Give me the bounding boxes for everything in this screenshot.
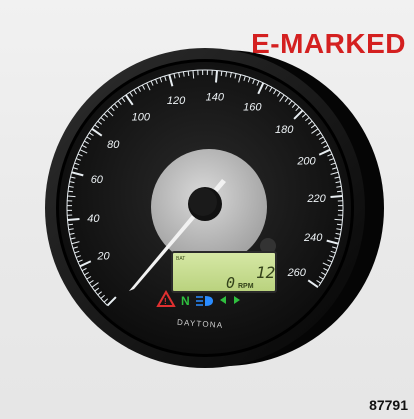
warning-icon-mark: !: [164, 297, 167, 306]
gauge-tick: [67, 190, 74, 193]
gauge-tick: [67, 223, 74, 226]
gauge-tick: [334, 218, 343, 221]
gauge-scale-label: 140: [206, 91, 225, 103]
gauge-tick: [187, 70, 190, 77]
lcd-main-value: 0: [226, 274, 235, 292]
gauge-scale-label: 100: [132, 111, 151, 123]
lcd-unit: RPM: [238, 283, 254, 290]
gauge-scale-label: 120: [167, 95, 186, 107]
neutral-icon: N: [181, 294, 190, 308]
gauge-scale-label: 240: [303, 232, 323, 244]
gauge-tick: [67, 217, 80, 222]
lcd-top-left: BAT: [176, 256, 185, 262]
gauge-scale-label: 60: [91, 174, 104, 186]
gauge-scale-label: 220: [306, 193, 326, 205]
gauge-scale-label: 200: [296, 156, 316, 168]
gauge-tick: [220, 70, 223, 77]
gauge-tick: [330, 194, 343, 199]
gauge-scale-label: 180: [275, 124, 294, 136]
gauge-tick: [336, 190, 343, 193]
gauge-tick: [336, 223, 343, 226]
gauge-scale-label: 40: [87, 213, 100, 225]
product-code: 87791: [369, 397, 408, 413]
speedometer-gauge: 20406080100120 140160180200220240260 BAT …: [45, 48, 384, 368]
gauge-scale-label: 20: [96, 250, 110, 262]
gauge-tick: [192, 70, 195, 79]
gauge-scale-label: 160: [243, 101, 262, 113]
gauge-tick: [67, 195, 76, 198]
gauge-scale-label: 260: [287, 267, 307, 279]
gauge-scale-label: 80: [107, 139, 120, 151]
lcd-top-right: 12: [256, 263, 275, 282]
gauge-tick: [214, 70, 219, 83]
